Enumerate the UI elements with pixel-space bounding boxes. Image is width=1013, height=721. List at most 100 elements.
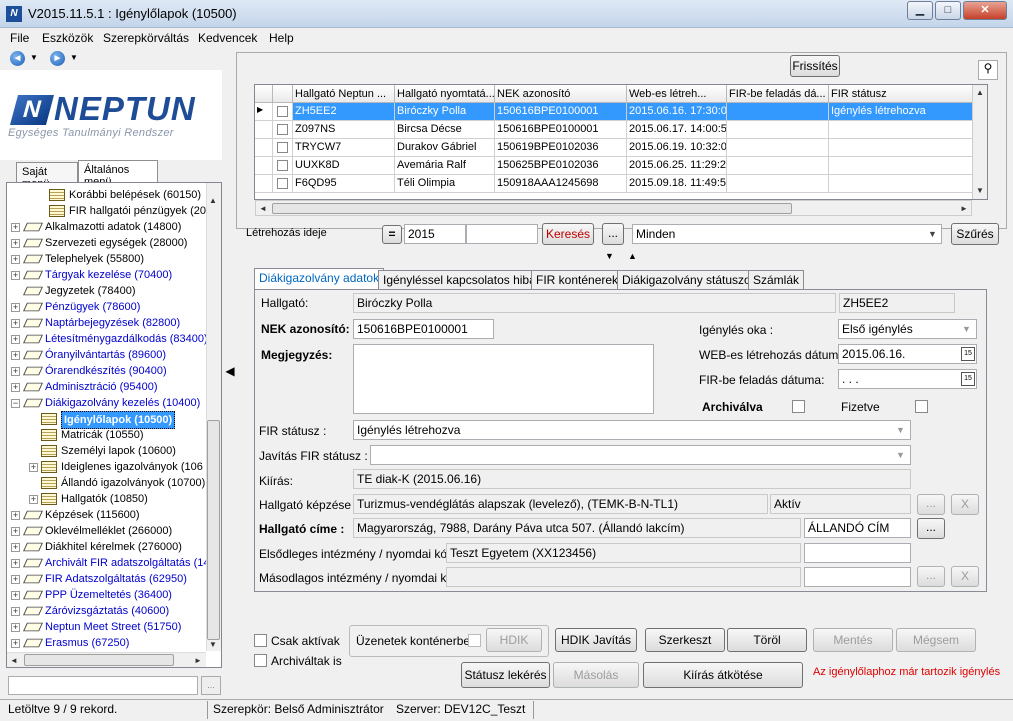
menu-szerepkorvaltas[interactable]: Szerepkörváltás — [103, 31, 189, 45]
uzenetek-checkbox[interactable] — [468, 634, 481, 647]
tab-diakigazolvany-statuszok[interactable]: Diákigazolvány státuszok — [617, 270, 762, 289]
search-button[interactable]: Keresés — [542, 223, 594, 245]
grid-cell[interactable] — [829, 157, 973, 175]
grid-cell[interactable]: Igénylés létrehozva — [829, 103, 973, 121]
kepzes-dots-button[interactable]: ... — [917, 494, 945, 515]
chevron-down-icon[interactable]: ▼ — [958, 320, 975, 338]
row-checkbox-cell[interactable] — [273, 157, 293, 175]
expand-icon[interactable]: + — [29, 495, 38, 504]
grid-cell[interactable]: 150616BPE0100001 — [495, 103, 627, 121]
hdik-javitas-button[interactable]: HDIK Javítás — [555, 628, 637, 652]
tab-igenyles-hibak[interactable]: Igényléssel kapcsolatos hibák — [378, 270, 547, 289]
statusz-lekeres-button[interactable]: Státusz lekérés — [461, 662, 550, 688]
row-checkbox[interactable] — [277, 124, 288, 135]
archivalva-checkbox[interactable] — [792, 400, 805, 413]
expand-icon[interactable]: + — [11, 303, 20, 312]
grid-scroll-down-icon[interactable]: ▼ — [976, 186, 984, 195]
szerkeszt-button[interactable]: Szerkeszt — [645, 628, 725, 652]
row-indicator[interactable] — [255, 157, 273, 175]
grid-cell[interactable]: UUXK8D — [293, 157, 395, 175]
expand-icon[interactable]: + — [11, 271, 20, 280]
menu-eszkozok[interactable]: Eszközök — [42, 31, 93, 45]
grid-cell[interactable] — [727, 139, 829, 157]
grid-scroll-left-icon[interactable]: ◄ — [259, 204, 267, 213]
elsodleges-code-field[interactable] — [804, 543, 911, 563]
fizetve-checkbox[interactable] — [915, 400, 928, 413]
forward-arrow-icon[interactable]: ► — [50, 51, 65, 66]
expand-icon[interactable]: + — [11, 511, 20, 520]
tab-szamlak[interactable]: Számlák — [748, 270, 805, 289]
row-indicator[interactable] — [255, 175, 273, 193]
row-checkbox-cell[interactable] — [273, 103, 293, 121]
grid-cell[interactable] — [829, 121, 973, 139]
expand-icon[interactable]: + — [11, 575, 20, 584]
expand-icon[interactable]: + — [11, 223, 20, 232]
grid-cell[interactable]: Téli Olimpia — [395, 175, 495, 193]
expand-icon[interactable]: + — [11, 239, 20, 248]
grid-column-header[interactable]: NEK azonosító — [495, 85, 627, 103]
chevron-down-icon[interactable]: ▼ — [924, 225, 941, 243]
expand-icon[interactable]: + — [11, 543, 20, 552]
grid-cell[interactable]: Z097NS — [293, 121, 395, 139]
grid-cell[interactable] — [829, 139, 973, 157]
filter-year-input[interactable]: 2015 — [404, 224, 466, 244]
expand-icon[interactable]: + — [11, 559, 20, 568]
tab-altalanos-menu[interactable]: Általános menü — [78, 160, 158, 188]
expand-icon[interactable]: + — [11, 367, 20, 376]
grid-header-spacer[interactable] — [255, 85, 273, 103]
grid-column-header[interactable]: FIR-be feladás dá... — [727, 85, 829, 103]
calendar-icon[interactable]: 15 — [961, 372, 975, 386]
left-search-input[interactable] — [8, 676, 198, 695]
row-checkbox-cell[interactable] — [273, 175, 293, 193]
expand-icon[interactable]: + — [11, 335, 20, 344]
menu-file[interactable]: File — [10, 31, 29, 45]
left-search-button[interactable]: ... — [201, 676, 221, 695]
menu-tree[interactable]: Korábbi belépések (60150) FIR hallgatói p… — [6, 182, 222, 668]
minimize-button[interactable]: ▁ — [907, 1, 933, 20]
expand-icon[interactable]: + — [29, 463, 38, 472]
grid-cell[interactable]: 2015.06.25. 11:29:2 — [627, 157, 727, 175]
megjegyzes-textarea[interactable] — [353, 344, 654, 414]
row-indicator[interactable] — [255, 121, 273, 139]
tab-diakigazolvany-adatok[interactable]: Diákigazolvány adatok — [254, 268, 385, 290]
fir-statusz-select[interactable]: Igénylés létrehozva — [353, 420, 911, 440]
row-checkbox[interactable] — [277, 178, 288, 189]
maximize-button[interactable]: □ — [935, 1, 961, 20]
records-grid[interactable]: Hallgató Neptun ... Hallgató nyomtatá... N… — [254, 84, 988, 200]
tab-fir-kontenerek[interactable]: FIR konténerek — [531, 270, 624, 289]
grid-cell[interactable] — [727, 103, 829, 121]
masodlagos-dots-button[interactable]: ... — [917, 566, 945, 587]
archivaltak-checkbox[interactable] — [254, 654, 267, 667]
grid-column-header[interactable]: FIR státusz — [829, 85, 973, 103]
filter-combo[interactable]: Minden — [632, 224, 942, 244]
grid-scroll-up-icon[interactable]: ▲ — [976, 88, 984, 97]
close-button[interactable]: ✕ — [963, 1, 1007, 20]
scroll-up-icon[interactable]: ▲ — [209, 196, 217, 205]
grid-scroll-right-icon[interactable]: ► — [960, 204, 968, 213]
tree-hscroll-thumb[interactable] — [24, 654, 174, 666]
masolas-button[interactable]: Másolás — [553, 662, 639, 688]
masodlagos-clear-button[interactable]: X — [951, 566, 979, 587]
grid-cell[interactable]: F6QD95 — [293, 175, 395, 193]
tab-sajat-menu[interactable]: Saját menü — [16, 162, 78, 190]
back-dropdown-icon[interactable]: ▼ — [30, 53, 38, 62]
kiiras-atkotese-button[interactable]: Kiírás átkötése — [643, 662, 803, 688]
row-checkbox-cell[interactable] — [273, 121, 293, 139]
refresh-button[interactable]: Frissítés — [790, 55, 840, 77]
kepzes-clear-button[interactable]: X — [951, 494, 979, 515]
row-checkbox[interactable] — [277, 160, 288, 171]
row-indicator[interactable] — [255, 139, 273, 157]
expand-icon[interactable]: + — [11, 351, 20, 360]
filter-dots-button[interactable]: ... — [602, 223, 624, 245]
collapse-icon[interactable]: − — [11, 399, 20, 408]
expand-icon[interactable]: + — [11, 319, 20, 328]
row-pointer-icon[interactable]: ▶ — [255, 103, 273, 121]
row-checkbox[interactable] — [277, 106, 288, 117]
web-date-input[interactable]: 2015.06.16. — [838, 344, 977, 364]
tree-scroll-thumb[interactable] — [207, 420, 220, 640]
grid-cell[interactable]: 2015.09.18. 11:49:5 — [627, 175, 727, 193]
expand-icon[interactable]: + — [11, 607, 20, 616]
grid-cell[interactable]: Avemária Ralf — [395, 157, 495, 175]
grid-cell[interactable]: 2015.06.17. 14:00:5 — [627, 121, 727, 139]
grid-cell[interactable]: Bircsa Décse — [395, 121, 495, 139]
